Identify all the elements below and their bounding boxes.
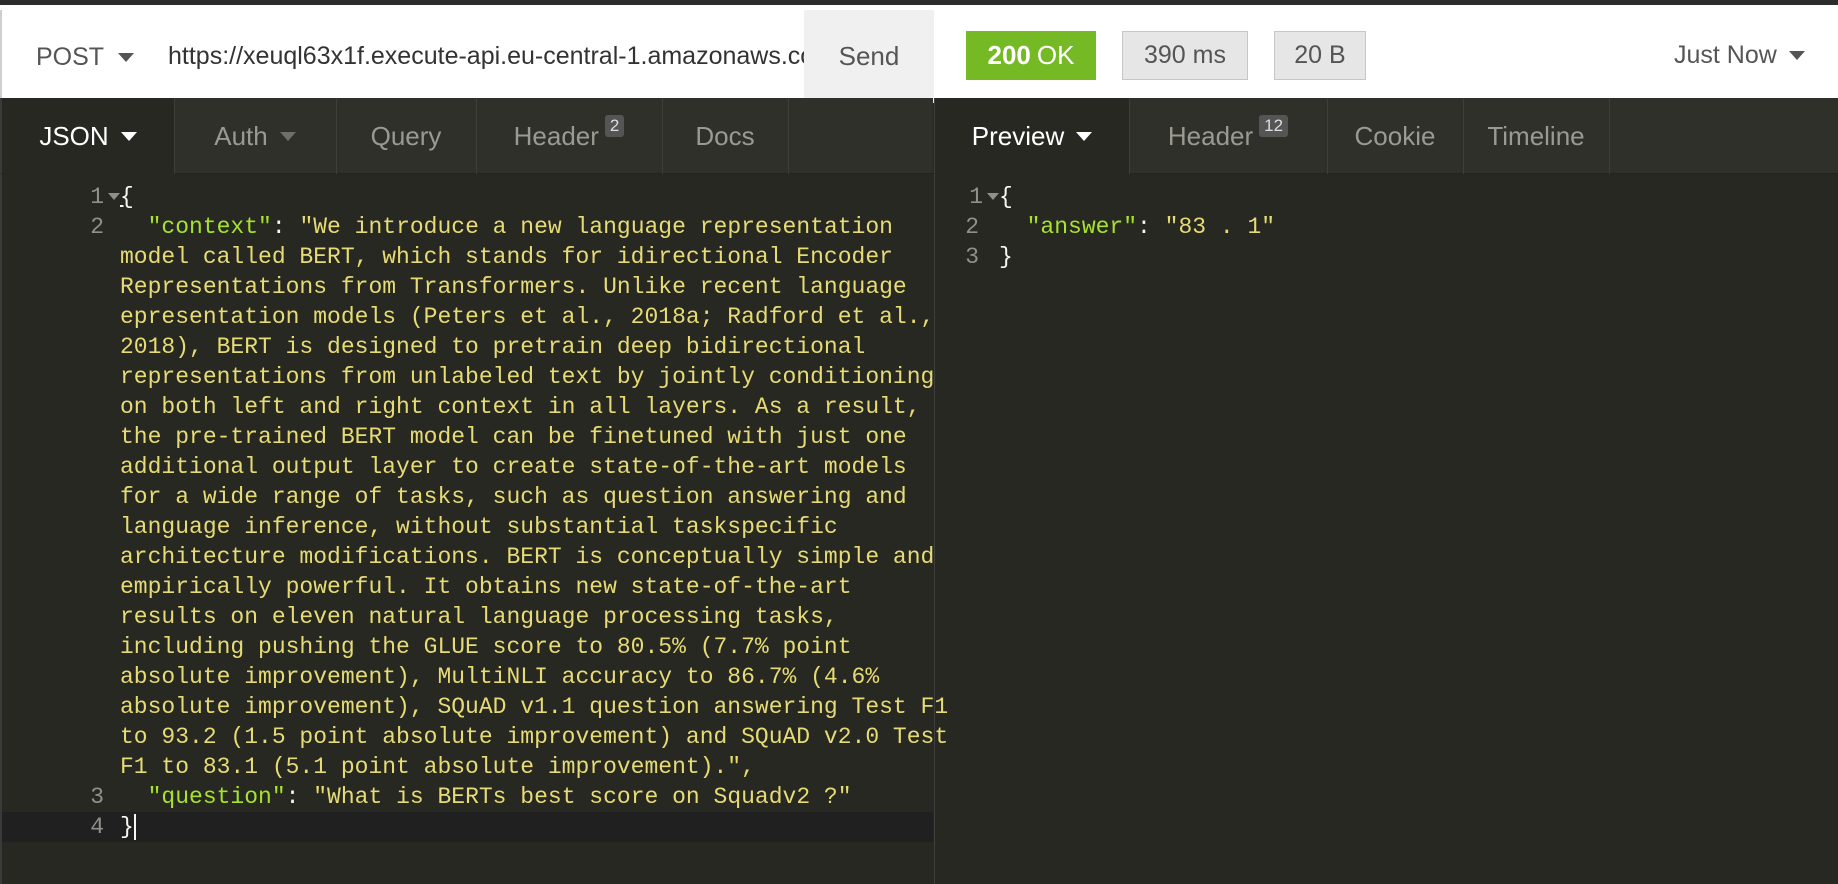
code-line: 2 "context": "We introduce a new languag… [2, 212, 948, 782]
code-line: 1 { [935, 182, 1838, 212]
tab-cookie[interactable]: Cookie [1327, 98, 1463, 174]
tab-label: Auth [214, 120, 268, 151]
tab-header[interactable]: Header 2 [476, 98, 662, 174]
header-count-badge: 12 [1259, 115, 1289, 137]
tab-timeline[interactable]: Timeline [1463, 98, 1609, 174]
context-value-line: Representations from Transformers. Unlik… [120, 274, 907, 300]
chevron-down-icon [1788, 51, 1805, 60]
text-cursor [133, 813, 136, 840]
context-value-line: absolute improvement), SQuAD v1.1 questi… [120, 694, 949, 720]
request-tabs: JSON Auth Query Header 2 Docs [0, 98, 933, 174]
line-gutter: 3 [2, 782, 120, 812]
tab-label: Header [1167, 120, 1254, 151]
url-input[interactable] [168, 38, 804, 74]
answer-key: "answer" [1026, 214, 1138, 240]
tab-label: JSON [39, 120, 109, 151]
tab-divider [1609, 98, 1610, 174]
history-label: Just Now [1674, 41, 1777, 69]
tab-auth[interactable]: Auth [174, 98, 336, 174]
close-brace: } [120, 814, 134, 840]
context-value-line: additional output layer to create state-… [120, 454, 907, 480]
status-text: OK [1036, 40, 1075, 70]
response-size-badge: 20 B [1274, 31, 1366, 80]
close-brace: } [999, 244, 1013, 270]
chevron-down-icon [120, 131, 137, 141]
method-label: POST [36, 43, 105, 71]
tab-response-header[interactable]: Header 12 [1129, 98, 1327, 174]
context-value-line: epresentation models (Peters et al., 201… [120, 304, 935, 330]
response-time-badge: 390 ms [1122, 31, 1248, 80]
request-url-bar: POST Send [0, 10, 934, 103]
line-gutter: 4 [2, 812, 120, 842]
line-number: 4 [90, 814, 104, 840]
context-value-line: for a wide range of tasks, such as quest… [120, 484, 907, 510]
context-value-line: to 93.2 (1.5 point absolute improvement)… [120, 724, 949, 750]
context-value-line: the pre-trained BERT model can be finetu… [120, 424, 907, 450]
tab-preview[interactable]: Preview [935, 98, 1129, 174]
code-line: 1 { [2, 182, 933, 212]
context-entry: "context": "We introduce a new language … [120, 214, 949, 782]
chevron-down-icon [1076, 131, 1093, 141]
context-key: "context" [147, 214, 272, 240]
response-body-viewer: 1 { 2 "answer": "83 . 1" 3 } [934, 174, 1838, 884]
tab-query[interactable]: Query [336, 98, 476, 174]
chevron-down-icon [279, 131, 296, 141]
context-value-line: results on eleven natural language proce… [120, 604, 838, 630]
status-code: 200 [987, 40, 1031, 70]
request-body-editor[interactable]: 1 { 2 "context": "We introduce a new lan… [0, 174, 948, 884]
tab-docs[interactable]: Docs [662, 98, 788, 174]
tab-label: Header [513, 120, 599, 151]
fold-arrow-icon[interactable] [108, 193, 120, 201]
method-dropdown[interactable]: POST [36, 43, 135, 72]
context-value-line: F1 to 83.1 (5.1 point absolute improveme… [120, 754, 755, 780]
line-gutter: 1 [935, 182, 999, 212]
tab-label: Preview [971, 120, 1065, 151]
context-value-line: on both left and right context in all la… [120, 394, 921, 420]
context-value-line: absolute improvement), MultiNLI accuracy… [120, 664, 880, 690]
line-gutter: 2 [935, 212, 999, 242]
status-badge: 200 OK [966, 31, 1096, 80]
code-line: 3 } [935, 242, 1838, 272]
line-number: 2 [965, 214, 979, 240]
line-gutter: 1 [2, 182, 120, 212]
context-value-line: architecture modifications. BERT is conc… [120, 544, 935, 570]
answer-value: "83 . 1" [1164, 214, 1276, 240]
context-value: model called BERT, which stands for idir… [120, 242, 948, 782]
line-gutter: 3 [935, 242, 999, 272]
top-bar: POST Send 200 OK 390 ms 20 B Just Now [0, 0, 1838, 103]
header-count-badge: 2 [604, 115, 625, 137]
fold-arrow-icon[interactable] [987, 193, 999, 201]
question-value: "What is BERTs best score on Squadv2 ?" [313, 784, 852, 810]
response-tabs: Preview Header 12 Cookie Timeline [934, 98, 1838, 174]
tab-label: Docs [695, 120, 755, 151]
tab-json[interactable]: JSON [2, 98, 174, 174]
tab-label: Timeline [1487, 120, 1585, 151]
context-value-line: language inference, without substantial … [120, 514, 838, 540]
context-value-line: model called BERT, which stands for idir… [120, 244, 893, 270]
tab-divider [788, 98, 789, 174]
history-dropdown[interactable]: Just Now [1674, 41, 1805, 70]
line-number: 3 [965, 244, 979, 270]
context-value-line: representations from unlabeled text by j… [120, 364, 935, 390]
question-key: "question" [147, 784, 286, 810]
context-value-line: including pushing the GLUE score to 80.5… [120, 634, 852, 660]
context-value-line: empirically powerful. It obtains new sta… [120, 574, 852, 600]
line-gutter: 2 [2, 212, 120, 782]
line-number: 2 [90, 214, 104, 240]
tab-label: Query [370, 120, 442, 151]
line-number: 3 [90, 784, 104, 810]
code-line: 2 "answer": "83 . 1" [935, 212, 1838, 242]
send-button[interactable]: Send [804, 10, 934, 103]
line-number: 1 [969, 184, 983, 210]
line-number: 1 [90, 184, 104, 210]
code-line: 4 } [2, 812, 933, 842]
chevron-down-icon [118, 53, 135, 62]
context-value-line: 2018), BERT is designed to pretrain deep… [120, 334, 866, 360]
open-brace: { [999, 184, 1013, 210]
context-value-first-line: "We introduce a new language representat… [299, 214, 893, 240]
code-line: 3 "question": "What is BERTs best score … [2, 782, 933, 812]
tab-label: Cookie [1354, 120, 1436, 151]
open-brace: { [120, 184, 134, 210]
